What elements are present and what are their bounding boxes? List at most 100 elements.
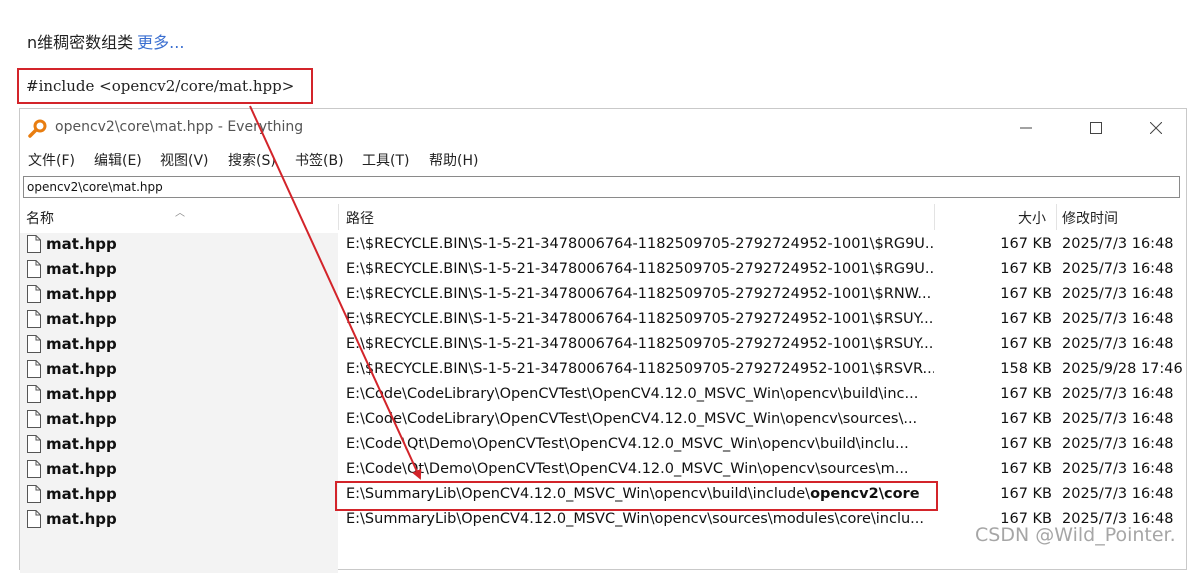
menu-tools[interactable]: 工具(T): [362, 150, 409, 170]
file-modified: 2025/7/3 16:48: [1062, 261, 1174, 277]
maximize-button[interactable]: [1076, 115, 1116, 141]
file-name: mat.hpp: [46, 485, 117, 503]
document-icon: [27, 310, 41, 328]
table-row[interactable]: mat.hpp E:\$RECYCLE.BIN\S-1-5-21-3478006…: [20, 308, 1186, 333]
sort-ascending-icon: ︿: [175, 208, 185, 219]
document-icon: [27, 460, 41, 478]
file-name: mat.hpp: [46, 460, 117, 478]
file-size: 167 KB: [1000, 461, 1052, 477]
document-icon: [27, 335, 41, 353]
table-row[interactable]: mat.hpp E:\Code\Qt\Demo\OpenCVTest\OpenC…: [20, 433, 1186, 458]
file-size: 167 KB: [1000, 236, 1052, 252]
close-icon: [1150, 122, 1162, 134]
file-size: 167 KB: [1000, 336, 1052, 352]
document-icon: [27, 385, 41, 403]
page-heading: n维稠密数组类 更多...: [27, 29, 184, 53]
file-modified: 2025/7/3 16:48: [1062, 436, 1174, 452]
table-row[interactable]: mat.hpp E:\$RECYCLE.BIN\S-1-5-21-3478006…: [20, 333, 1186, 358]
file-path: E:\$RECYCLE.BIN\S-1-5-21-3478006764-1182…: [346, 261, 934, 277]
table-row[interactable]: mat.hpp E:\$RECYCLE.BIN\S-1-5-21-3478006…: [20, 283, 1186, 308]
file-path: E:\$RECYCLE.BIN\S-1-5-21-3478006764-1182…: [346, 286, 932, 302]
table-row[interactable]: mat.hpp E:\$RECYCLE.BIN\S-1-5-21-3478006…: [20, 358, 1186, 383]
column-header-path[interactable]: 路径: [346, 208, 374, 228]
file-size: 167 KB: [1000, 486, 1052, 502]
file-modified: 2025/7/3 16:48: [1062, 486, 1174, 502]
menu-bookmarks[interactable]: 书签(B): [295, 150, 344, 170]
file-size: 167 KB: [1000, 411, 1052, 427]
minimize-icon: [1020, 127, 1032, 129]
column-header-modified[interactable]: 修改时间: [1062, 208, 1118, 228]
file-size: 167 KB: [1000, 311, 1052, 327]
menu-search[interactable]: 搜索(S): [228, 150, 276, 170]
column-divider[interactable]: [338, 204, 339, 230]
file-modified: 2025/7/3 16:48: [1062, 411, 1174, 427]
window-title: opencv2\core\mat.hpp - Everything: [55, 119, 304, 135]
file-name: mat.hpp: [46, 360, 117, 378]
more-link[interactable]: 更多...: [137, 29, 184, 53]
file-modified: 2025/7/3 16:48: [1062, 236, 1174, 252]
column-header-size[interactable]: 大小: [1018, 208, 1046, 228]
magnifier-icon: [28, 119, 47, 138]
menu-file[interactable]: 文件(F): [28, 150, 75, 170]
document-icon: [27, 360, 41, 378]
file-path: E:\Code\CodeLibrary\OpenCVTest\OpenCV4.1…: [346, 386, 919, 402]
file-size: 167 KB: [1000, 286, 1052, 302]
document-icon: [27, 485, 41, 503]
close-button[interactable]: [1136, 115, 1176, 141]
document-icon: [27, 510, 41, 528]
path-highlight-box: [335, 481, 938, 511]
watermark: CSDN @Wild_Pointer.: [975, 524, 1176, 546]
menu-edit[interactable]: 编辑(E): [94, 150, 142, 170]
file-name: mat.hpp: [46, 235, 117, 253]
file-name: mat.hpp: [46, 335, 117, 353]
column-divider[interactable]: [1056, 204, 1057, 230]
file-name: mat.hpp: [46, 385, 117, 403]
menu-bar: 文件(F) 编辑(E) 视图(V) 搜索(S) 书签(B) 工具(T) 帮助(H…: [20, 147, 1186, 171]
file-modified: 2025/7/3 16:48: [1062, 461, 1174, 477]
file-name: mat.hpp: [46, 285, 117, 303]
heading-text: n维稠密数组类: [27, 33, 134, 52]
title-bar: opencv2\core\mat.hpp - Everything: [20, 109, 1186, 145]
column-header-name[interactable]: 名称: [26, 208, 54, 228]
file-size: 167 KB: [1000, 261, 1052, 277]
column-header-row: 名称 ︿ 路径 大小 修改时间: [20, 204, 1186, 230]
file-path: E:\Code\Qt\Demo\OpenCVTest\OpenCV4.12.0_…: [346, 436, 909, 452]
file-modified: 2025/7/3 16:48: [1062, 336, 1174, 352]
file-modified: 2025/9/28 17:46: [1062, 361, 1183, 377]
search-input[interactable]: [23, 176, 1180, 198]
file-path: E:\$RECYCLE.BIN\S-1-5-21-3478006764-1182…: [346, 236, 934, 252]
document-icon: [27, 285, 41, 303]
file-path: E:\SummaryLib\OpenCV4.12.0_MSVC_Win\open…: [346, 511, 924, 527]
table-row[interactable]: mat.hpp E:\Code\Qt\Demo\OpenCVTest\OpenC…: [20, 458, 1186, 483]
file-modified: 2025/7/3 16:48: [1062, 311, 1174, 327]
document-icon: [27, 435, 41, 453]
file-path: E:\Code\Qt\Demo\OpenCVTest\OpenCV4.12.0_…: [346, 461, 909, 477]
file-name: mat.hpp: [46, 435, 117, 453]
table-row[interactable]: mat.hpp E:\$RECYCLE.BIN\S-1-5-21-3478006…: [20, 258, 1186, 283]
file-size: 167 KB: [1000, 386, 1052, 402]
table-row[interactable]: mat.hpp E:\Code\CodeLibrary\OpenCVTest\O…: [20, 383, 1186, 408]
file-modified: 2025/7/3 16:48: [1062, 286, 1174, 302]
file-path: E:\$RECYCLE.BIN\S-1-5-21-3478006764-1182…: [346, 336, 934, 352]
document-icon: [27, 235, 41, 253]
menu-view[interactable]: 视图(V): [160, 150, 209, 170]
menu-help[interactable]: 帮助(H): [429, 150, 478, 170]
include-code: #include <opencv2/core/mat.hpp>: [26, 77, 295, 95]
file-size: 167 KB: [1000, 436, 1052, 452]
file-name: mat.hpp: [46, 260, 117, 278]
file-name: mat.hpp: [46, 510, 117, 528]
file-path: E:\Code\CodeLibrary\OpenCVTest\OpenCV4.1…: [346, 411, 918, 427]
file-name: mat.hpp: [46, 410, 117, 428]
document-icon: [27, 260, 41, 278]
file-path: E:\$RECYCLE.BIN\S-1-5-21-3478006764-1182…: [346, 361, 934, 377]
document-icon: [27, 410, 41, 428]
column-divider[interactable]: [934, 204, 935, 230]
file-size: 158 KB: [1000, 361, 1052, 377]
table-row[interactable]: mat.hpp E:\Code\CodeLibrary\OpenCVTest\O…: [20, 408, 1186, 433]
file-path: E:\$RECYCLE.BIN\S-1-5-21-3478006764-1182…: [346, 311, 934, 327]
file-modified: 2025/7/3 16:48: [1062, 386, 1174, 402]
file-name: mat.hpp: [46, 310, 117, 328]
minimize-button[interactable]: [1006, 115, 1046, 141]
maximize-icon: [1090, 122, 1102, 134]
table-row[interactable]: mat.hpp E:\$RECYCLE.BIN\S-1-5-21-3478006…: [20, 233, 1186, 258]
